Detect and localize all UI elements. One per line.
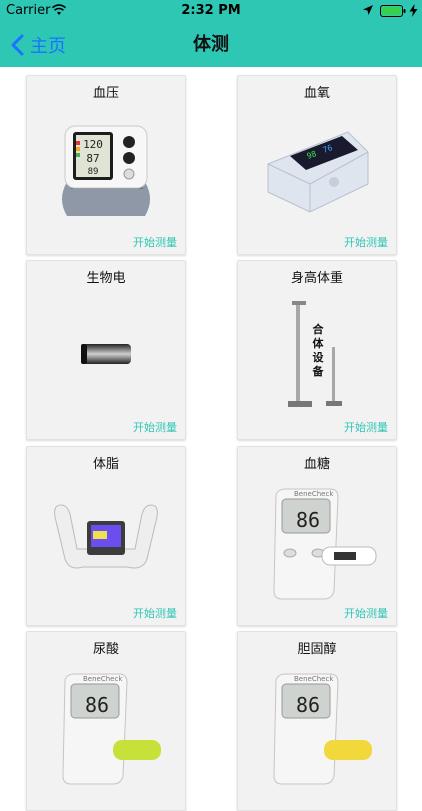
cholesterol-meter-image: BeneCheck 86 xyxy=(273,673,372,785)
reading-text: 86 xyxy=(296,508,320,532)
card-title: 血氧 xyxy=(303,86,330,101)
brand-text: BeneCheck xyxy=(294,490,334,498)
card-blood-glucose[interactable]: 血糖 BeneCheck 86 开始测量 xyxy=(237,446,397,626)
start-measure-link[interactable]: 开始测量 xyxy=(344,605,388,621)
bioelectric-device-image xyxy=(81,344,131,364)
body-fat-analyzer-image xyxy=(54,504,158,569)
navigation-header: Carrier 2:32 PM 主页 体测 xyxy=(0,0,422,67)
device-label-text: 合 体 设 备 xyxy=(312,323,324,378)
svg-text:89: 89 xyxy=(88,167,99,177)
card-blood-pressure[interactable]: 血压 120 87 89 开始测量 xyxy=(26,75,186,255)
page-title: 体测 xyxy=(193,34,229,55)
clock-time: 2:32 PM xyxy=(181,3,241,18)
pulse-oximeter-image: 98 76 xyxy=(267,131,369,213)
card-cholesterol[interactable]: 胆固醇 BeneCheck 86 xyxy=(237,631,397,811)
start-measure-link[interactable]: 开始测量 xyxy=(133,234,177,250)
brand-text: BeneCheck xyxy=(83,675,123,683)
reading-text: 86 xyxy=(296,693,320,717)
card-bioelectric[interactable]: 生物电 开始测量 xyxy=(26,260,186,440)
start-measure-link[interactable]: 开始测量 xyxy=(344,234,388,250)
status-bar: Carrier 2:32 PM xyxy=(0,0,422,22)
brand-text: BeneCheck xyxy=(294,675,334,683)
start-measure-link[interactable]: 开始测量 xyxy=(344,419,388,435)
card-uric-acid[interactable]: 尿酸 BeneCheck 86 xyxy=(26,631,186,811)
battery-icon xyxy=(380,5,406,17)
card-title: 尿酸 xyxy=(92,642,119,657)
card-title: 胆固醇 xyxy=(297,642,337,657)
card-title: 身高体重 xyxy=(290,271,343,286)
card-body-fat[interactable]: 体脂 开始测量 xyxy=(26,446,186,626)
card-title: 血压 xyxy=(92,86,119,101)
uric-acid-meter-image: BeneCheck 86 xyxy=(62,673,161,785)
card-height-weight[interactable]: 身高体重 合 体 设 备 开始测量 xyxy=(237,260,397,440)
location-arrow-icon xyxy=(363,5,373,15)
charging-bolt-icon xyxy=(409,4,418,17)
svg-text:87: 87 xyxy=(86,152,99,165)
start-measure-link[interactable]: 开始测量 xyxy=(133,419,177,435)
card-title: 血糖 xyxy=(303,457,330,472)
card-title: 体脂 xyxy=(92,457,119,472)
glucose-meter-image: BeneCheck 86 xyxy=(273,488,377,600)
blood-pressure-monitor-image: 120 87 89 xyxy=(62,125,150,216)
reading-text: 86 xyxy=(85,693,109,717)
card-title: 生物电 xyxy=(86,271,126,286)
card-blood-oxygen[interactable]: 血氧 98 76 开始测量 xyxy=(237,75,397,255)
svg-text:120: 120 xyxy=(83,138,103,151)
start-measure-link[interactable]: 开始测量 xyxy=(133,605,177,621)
